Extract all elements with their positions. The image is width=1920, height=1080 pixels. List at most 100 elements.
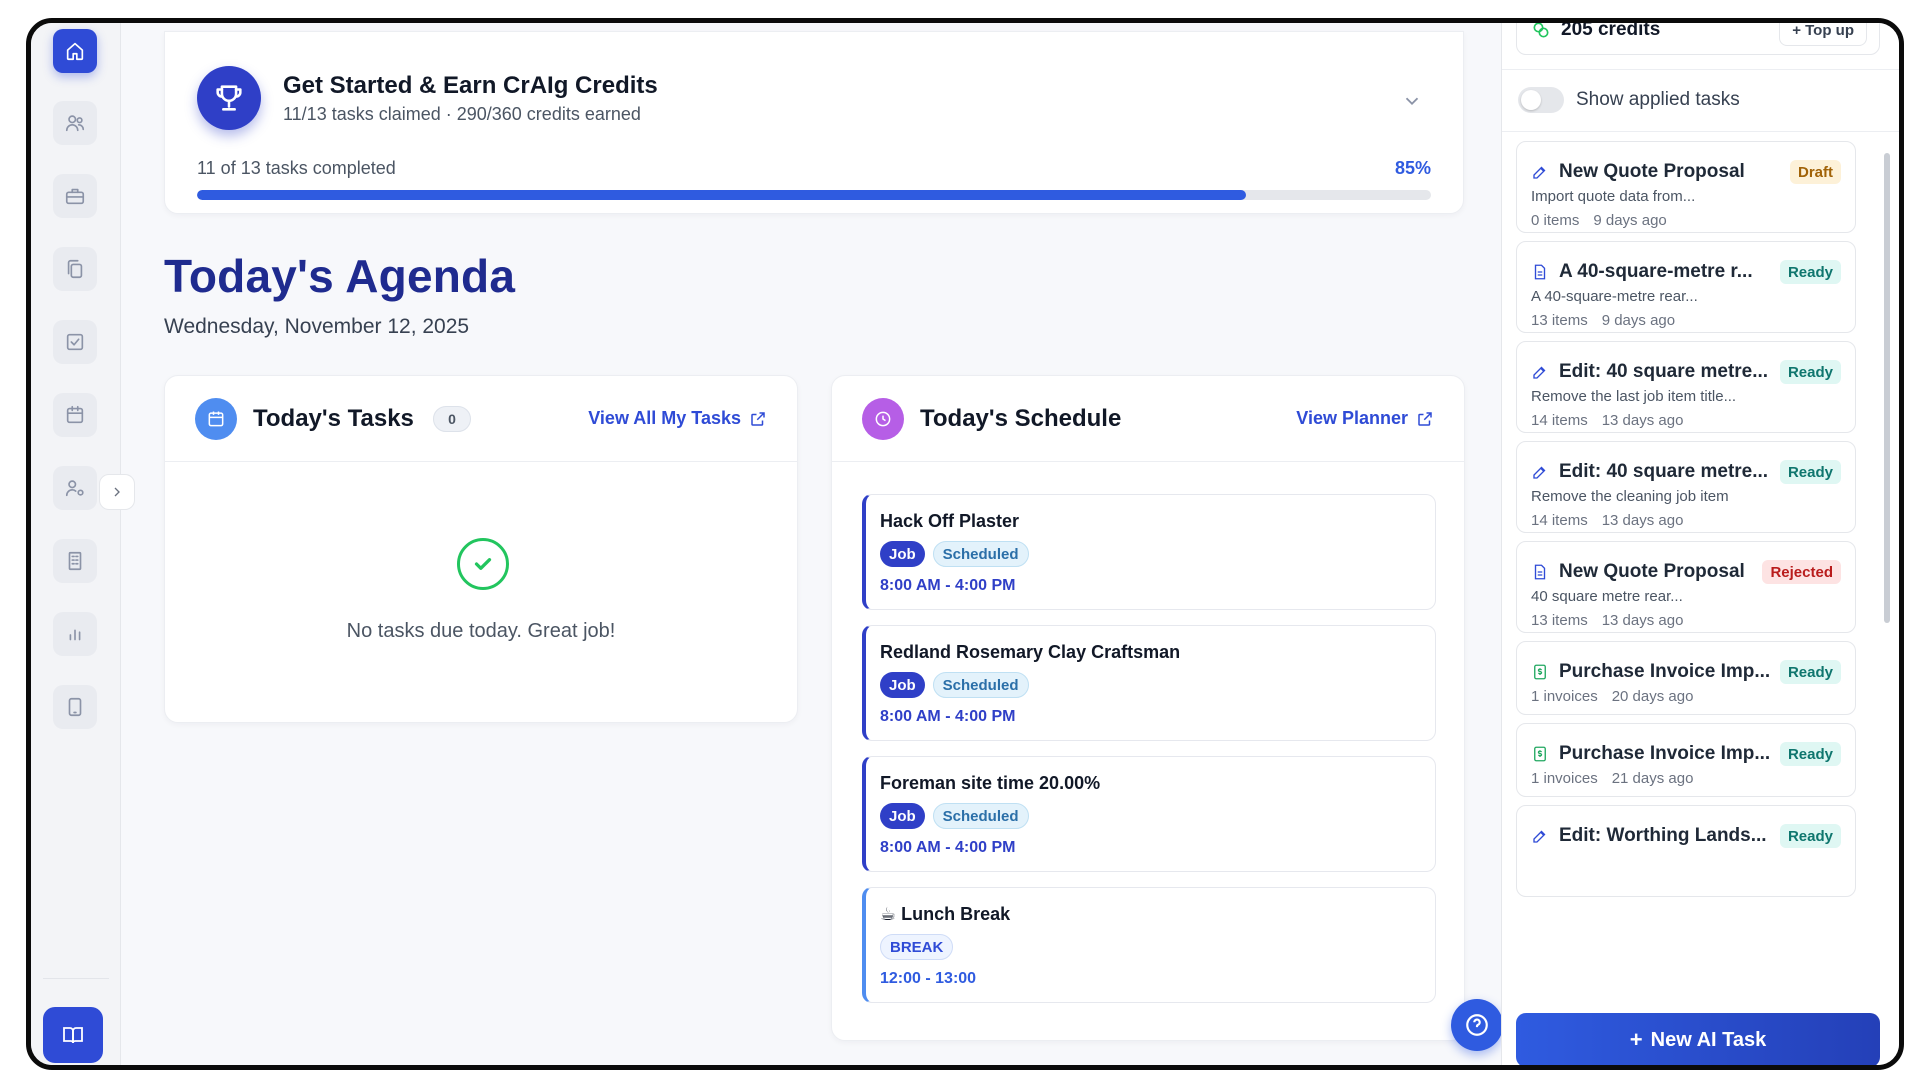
ai-task-meta: 0 items 9 days ago [1531,212,1667,229]
bar-chart-icon [69,629,81,641]
ai-task-count: 0 items [1531,212,1580,229]
ai-task-description: A 40-square-metre rear... [1531,288,1698,305]
event-tags: Job Scheduled [880,541,1029,567]
copy-documents-icon [67,259,83,279]
guide-book-button[interactable] [43,1007,103,1063]
ai-task-count: 13 items [1531,312,1588,329]
event-status-tag: Scheduled [932,541,1029,567]
todays-schedule-panel: Today's Schedule View Planner Hack Off P… [831,375,1465,1041]
event-time: 8:00 AM - 4:00 PM [880,708,1016,725]
user-settings-icon [65,480,84,497]
nav-jobs-button[interactable] [53,174,97,218]
view-all-tasks-link[interactable]: View All My Tasks [588,408,767,429]
event-title: Redland Rosemary Clay Craftsman [880,642,1181,662]
chevron-down-icon [1405,97,1419,106]
event-type-tag: Job [880,672,925,698]
nav-team-button[interactable] [53,466,97,510]
checkbox-icon [66,333,84,351]
help-button[interactable] [1451,999,1503,1051]
external-link-icon [1418,411,1432,426]
tasks-panel-badge [195,398,237,440]
event-tags: Job Scheduled [880,803,1029,829]
ai-task-meta: 13 items 9 days ago [1531,312,1675,329]
calendar-icon [208,411,224,427]
view-planner-label: View Planner [1296,408,1408,428]
nav-documents-button[interactable] [53,247,97,291]
nav-home-button[interactable] [53,29,97,73]
ai-task-meta: 13 items 13 days ago [1531,612,1683,629]
nav-buildings-button[interactable] [53,539,97,583]
event-title: ☕ Lunch Break [880,904,1011,924]
main-content: Get Started & Earn CrAIg Credits 11/13 t… [121,23,1503,1065]
plus-icon: + [1629,1027,1643,1052]
trophy-badge [197,66,261,130]
collapse-credits-button[interactable] [1401,90,1423,112]
ai-task-card[interactable]: Purchase Invoice Imp... Ready 1 invoices… [1516,723,1856,797]
home-icon [66,42,84,61]
edit-icon [1531,163,1549,181]
schedule-event[interactable]: Redland Rosemary Clay Craftsman Job Sche… [862,625,1436,741]
ai-task-card[interactable]: Edit: 40 square metre... Ready Remove th… [1516,441,1856,533]
ai-task-card[interactable]: New Quote Proposal Rejected 40 square me… [1516,541,1856,633]
view-all-tasks-label: View All My Tasks [588,408,741,428]
view-planner-link[interactable]: View Planner [1296,408,1434,429]
credits-card-title: Get Started & Earn CrAIg Credits [283,72,658,99]
show-applied-tasks-toggle[interactable] [1518,87,1564,113]
new-ai-task-label: New AI Task [1650,1028,1767,1051]
ai-task-description: Remove the cleaning job item [1531,488,1729,505]
ai-task-count: 1 invoices [1531,688,1598,705]
ai-task-status: Ready [1779,824,1841,848]
ai-task-title: Purchase Invoice Imp... [1559,743,1769,764]
external-link-icon [751,411,765,426]
event-type-tag: Job [880,803,925,829]
sidebar-divider [43,978,109,979]
ai-task-age: 20 days ago [1611,688,1694,705]
ai-task-age: 13 days ago [1601,412,1684,429]
progress-bar-fill [197,190,1246,200]
ai-task-title: A 40-square-metre r... [1559,261,1753,282]
ai-task-meta: 14 items 13 days ago [1531,412,1683,429]
schedule-panel-title: Today's Schedule [920,405,1122,432]
agenda-date: Wednesday, November 12, 2025 [164,315,470,338]
schedule-event[interactable]: Hack Off Plaster Job Scheduled 8:00 AM -… [862,494,1436,610]
new-ai-task-button[interactable]: + New AI Task [1516,1013,1880,1065]
nav-mobile-button[interactable] [53,685,97,729]
ai-task-count: 13 items [1531,612,1588,629]
ai-task-card[interactable]: Purchase Invoice Imp... Ready 1 invoices… [1516,641,1856,715]
ai-task-title: Edit: Worthing Lands... [1559,825,1767,846]
ai-task-title: Edit: 40 square metre... [1559,361,1769,382]
event-type-tag: Job [880,541,925,567]
app-window: Get Started & Earn CrAIg Credits 11/13 t… [26,18,1904,1070]
nav-reports-button[interactable] [53,612,97,656]
ai-task-description: 40 square metre rear... [1531,588,1683,605]
document-icon [1531,263,1549,281]
ai-task-card[interactable]: Edit: 40 square metre... Ready Remove th… [1516,341,1856,433]
task-list-scrollbar[interactable] [1884,153,1890,623]
todays-tasks-panel: Today's Tasks 0 View All My Tasks No tas… [164,375,798,723]
nav-customers-button[interactable] [53,101,97,145]
ai-task-count: 14 items [1531,412,1588,429]
schedule-event-break[interactable]: ☕ Lunch Break BREAK 12:00 - 13:00 [862,887,1436,1003]
event-title: Hack Off Plaster [880,511,1020,531]
show-applied-tasks-label: Show applied tasks [1576,89,1740,110]
progress-percent: 85% [1394,158,1431,178]
tasks-panel-header: Today's Tasks 0 View All My Tasks [165,376,797,462]
event-time: 12:00 - 13:00 [880,970,977,987]
ai-task-meta: 14 items 13 days ago [1531,512,1683,529]
nav-tasks-button[interactable] [53,320,97,364]
event-time: 8:00 AM - 4:00 PM [880,577,1016,594]
ai-task-card[interactable]: A 40-square-metre r... Ready A 40-square… [1516,241,1856,333]
page-title: Today's Agenda [164,250,516,302]
nav-calendar-button[interactable] [53,393,97,437]
credits-onboarding-card[interactable]: Get Started & Earn CrAIg Credits 11/13 t… [164,31,1464,214]
edit-icon [1531,363,1549,381]
ai-task-card[interactable]: New Quote Proposal Draft Import quote da… [1516,141,1856,233]
ai-task-card[interactable]: Edit: Worthing Lands... Ready [1516,805,1856,897]
schedule-event[interactable]: Foreman site time 20.00% Job Scheduled 8… [862,756,1436,872]
tasks-panel-title: Today's Tasks [253,405,414,432]
briefcase-icon [65,188,85,205]
ai-task-title: Edit: 40 square metre... [1559,461,1769,482]
ai-task-age: 13 days ago [1601,612,1684,629]
top-up-button[interactable]: + Top up [1779,23,1867,46]
ai-task-meta: 1 invoices 21 days ago [1531,770,1693,787]
